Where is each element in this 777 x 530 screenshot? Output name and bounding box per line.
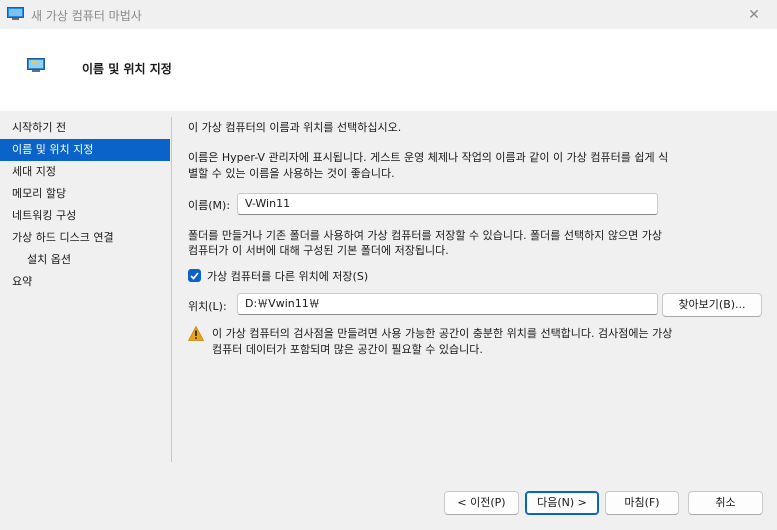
nav-item-name-location[interactable]: 이름 및 위치 지정 (0, 139, 170, 161)
virtual-machine-icon (27, 58, 45, 72)
cancel-button[interactable]: 취소 (688, 491, 763, 515)
finish-button[interactable]: 마침(F) (605, 491, 679, 515)
name-label: 이름(M): (188, 199, 231, 212)
checkmark-icon (190, 271, 199, 280)
window-title: 새 가상 컴퓨터 마법사 (31, 9, 142, 23)
nav-item-installation-options[interactable]: 설치 옵션 (0, 249, 170, 271)
warning-icon (188, 326, 204, 341)
close-button[interactable]: ✕ (731, 0, 777, 29)
warning-text-line2: 컴퓨터 데이터가 포함되며 많은 공간이 필요할 수 있습니다. (212, 343, 483, 356)
wizard-steps-nav: 시작하기 전 이름 및 위치 지정 세대 지정 메모리 할당 네트워킹 구성 가… (0, 117, 170, 293)
location-input[interactable]: D:￦Vwin11￦ (237, 293, 658, 315)
intro-text: 이 가상 컴퓨터의 이름과 위치를 선택하십시오. (188, 121, 402, 134)
nav-item-virtual-hard-disk[interactable]: 가상 하드 디스크 연결 (0, 227, 170, 249)
wizard-header: 이름 및 위치 지정 (0, 29, 777, 111)
warning-text-line1: 이 가상 컴퓨터의 검사점을 만들려면 사용 가능한 공간이 충분한 위치를 선… (212, 327, 673, 340)
title-bar: 새 가상 컴퓨터 마법사 ✕ (0, 0, 777, 29)
nav-item-summary[interactable]: 요약 (0, 271, 170, 293)
nav-item-networking[interactable]: 네트워킹 구성 (0, 205, 170, 227)
close-icon: ✕ (748, 6, 760, 23)
nav-divider (171, 117, 172, 462)
hyper-v-app-icon (7, 7, 24, 20)
previous-button[interactable]: < 이전(P) (444, 491, 519, 515)
name-description-line2: 별할 수 있는 이름을 사용하는 것이 좋습니다. (188, 167, 395, 180)
next-button[interactable]: 다음(N) > (525, 491, 599, 515)
nav-item-before-you-begin[interactable]: 시작하기 전 (0, 117, 170, 139)
store-elsewhere-label[interactable]: 가상 컴퓨터를 다른 위치에 저장(S) (207, 268, 368, 284)
browse-button[interactable]: 찾아보기(B)... (662, 293, 762, 317)
store-elsewhere-checkbox[interactable] (188, 269, 201, 282)
nav-item-generation[interactable]: 세대 지정 (0, 161, 170, 183)
name-description-line1: 이름은 Hyper-V 관리자에 표시됩니다. 게스트 운영 체제나 작업의 이… (188, 151, 669, 164)
page-title: 이름 및 위치 지정 (82, 62, 172, 76)
nav-item-memory[interactable]: 메모리 할당 (0, 183, 170, 205)
folder-description-line2: 컴퓨터가 이 서버에 대해 구성된 기본 폴더에 저장됩니다. (188, 244, 449, 257)
name-input[interactable]: V-Win11 (237, 193, 658, 215)
location-label: 위치(L): (188, 300, 227, 313)
